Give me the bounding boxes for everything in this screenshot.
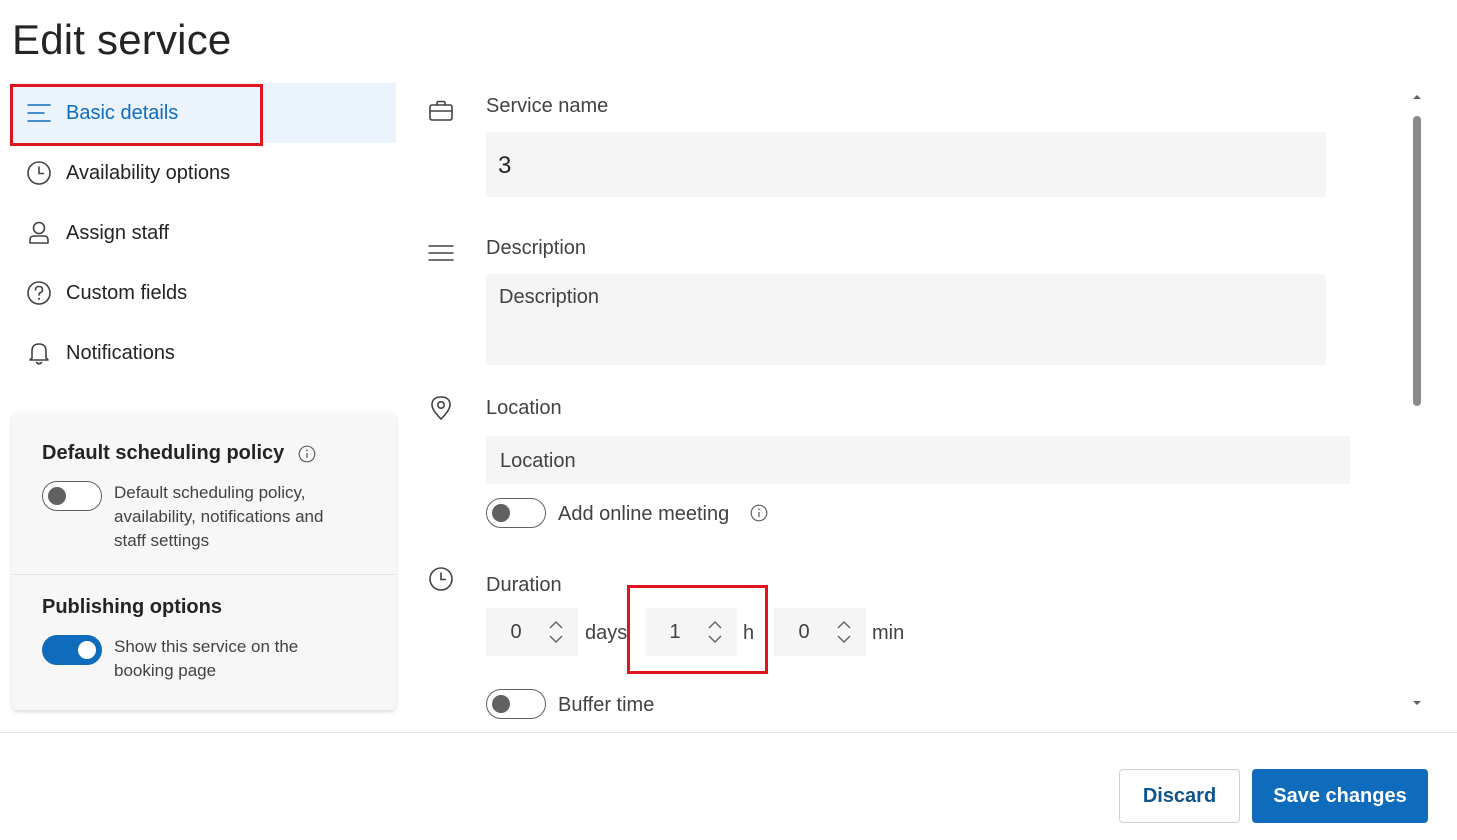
nav-item-availability-options[interactable]: Availability options <box>12 143 396 203</box>
nav-item-label: Availability options <box>66 161 231 184</box>
location-placeholder: Location <box>500 450 576 472</box>
lines-icon <box>24 98 54 128</box>
bell-icon <box>24 338 54 368</box>
chevron-down-icon[interactable] <box>837 635 851 643</box>
description-placeholder: Description <box>499 286 600 308</box>
duration-days-value: 0 <box>510 620 522 643</box>
duration-minutes-stepper[interactable]: 0 <box>774 608 866 656</box>
toggle-knob <box>48 487 66 505</box>
scroll-down-arrow-icon[interactable] <box>1412 698 1422 708</box>
service-form: Service name 3 Description Description L… <box>420 83 1410 723</box>
duration-hours-value: 1 <box>669 620 681 643</box>
clock-icon <box>428 566 454 592</box>
chevron-up-icon[interactable] <box>837 621 851 629</box>
default-scheduling-policy-section: Default scheduling policy Default schedu… <box>12 412 396 553</box>
publishing-options-section: Publishing options Show this service on … <box>12 566 396 683</box>
service-name-input[interactable]: 3 <box>486 132 1326 197</box>
buffer-time-label: Buffer time <box>558 694 655 716</box>
question-circle-icon <box>24 278 54 308</box>
default-scheduling-policy-description: Default scheduling policy, availability,… <box>114 483 324 550</box>
buffer-time-toggle[interactable] <box>486 689 546 719</box>
nav-item-assign-staff[interactable]: Assign staff <box>12 203 396 263</box>
side-nav: Basic details Availability options Assig… <box>12 83 396 383</box>
info-icon[interactable] <box>298 445 316 463</box>
online-meeting-toggle[interactable] <box>486 498 546 528</box>
nav-item-basic-details[interactable]: Basic details <box>12 83 396 143</box>
publishing-options-heading: Publishing options <box>42 596 222 618</box>
nav-item-custom-fields[interactable]: Custom fields <box>12 263 396 323</box>
location-label: Location <box>486 397 562 419</box>
footer-divider <box>0 732 1457 733</box>
scroll-up-arrow-icon[interactable] <box>1412 92 1422 102</box>
discard-button[interactable]: Discard <box>1119 769 1240 823</box>
default-scheduling-policy-title: Default scheduling policy <box>42 442 285 464</box>
description-input[interactable]: Description <box>486 274 1326 365</box>
publishing-options-toggle[interactable] <box>42 635 102 665</box>
lines-icon <box>428 240 454 266</box>
chevron-down-icon[interactable] <box>708 635 722 643</box>
nav-item-label: Assign staff <box>66 221 170 244</box>
duration-hours-unit: h <box>743 622 755 644</box>
nav-item-label: Basic details <box>66 101 179 124</box>
duration-hours-stepper[interactable]: 1 <box>645 608 737 656</box>
toggle-knob <box>78 641 96 659</box>
nav-item-label: Notifications <box>66 341 175 364</box>
nav-item-label: Custom fields <box>66 281 188 304</box>
chevron-up-icon[interactable] <box>708 621 722 629</box>
duration-days-stepper[interactable]: 0 <box>486 608 578 656</box>
info-icon[interactable] <box>750 504 768 527</box>
default-scheduling-policy-toggle[interactable] <box>42 481 102 511</box>
chevron-up-icon[interactable] <box>549 621 563 629</box>
toggle-knob <box>492 504 510 522</box>
service-name-value: 3 <box>498 152 512 179</box>
duration-days-unit: days <box>585 622 628 644</box>
location-pin-icon <box>428 395 454 421</box>
duration-minutes-unit: min <box>872 622 905 644</box>
toggle-knob <box>492 695 510 713</box>
duration-label: Duration <box>486 574 562 596</box>
save-changes-button[interactable]: Save changes <box>1252 769 1428 823</box>
person-icon <box>24 218 54 248</box>
briefcase-icon <box>428 98 454 124</box>
default-scheduling-policy-heading: Default scheduling policy <box>42 442 366 465</box>
nav-item-notifications[interactable]: Notifications <box>12 323 396 383</box>
description-label: Description <box>486 237 587 259</box>
policy-card: Default scheduling policy Default schedu… <box>12 412 396 710</box>
service-name-label: Service name <box>486 95 609 117</box>
chevron-down-icon[interactable] <box>549 635 563 643</box>
scrollbar-thumb[interactable] <box>1413 116 1421 406</box>
location-input[interactable]: Location <box>486 436 1350 484</box>
page-title: Edit service <box>12 16 232 63</box>
online-meeting-label: Add online meeting <box>558 503 730 525</box>
clock-icon <box>24 158 54 188</box>
publishing-options-description: Show this service on the booking page <box>114 637 299 680</box>
duration-minutes-value: 0 <box>798 620 810 643</box>
